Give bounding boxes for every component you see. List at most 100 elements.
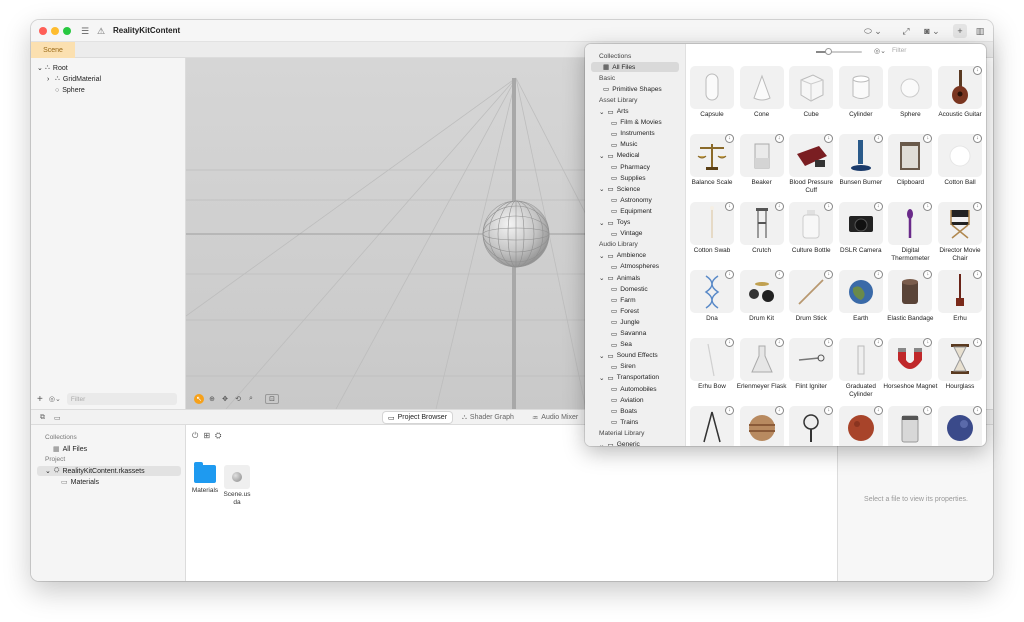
download-icon[interactable]: ↓ <box>873 134 883 143</box>
headset-menu-icon[interactable]: ⬭ ⌄ <box>861 24 885 38</box>
download-icon[interactable]: ↓ <box>725 202 734 211</box>
library-item-sea[interactable]: ▭ Sea <box>611 340 632 350</box>
library-item-siren[interactable]: ▭ Siren <box>611 362 636 372</box>
download-icon[interactable]: ↓ <box>973 338 982 347</box>
outline-item[interactable]: ○ Sphere <box>47 85 85 95</box>
library-item-arts[interactable]: ⌄ ▭ Arts <box>599 107 629 117</box>
library-asset-erlenmeyer-flask[interactable]: ↓ Erlenmeyer Flask <box>737 336 786 404</box>
library-item-music[interactable]: ▭ Music <box>611 140 637 150</box>
library-asset-item-32[interactable]: ↓ <box>787 404 835 446</box>
sidebar-panel-icon[interactable]: ▭ <box>49 412 66 423</box>
library-asset-hourglass[interactable]: ↓ Hourglass <box>936 336 984 404</box>
chevron-down-icon[interactable]: ⌄ <box>599 108 605 116</box>
library-asset-graduated-cylinder[interactable]: ↓ Graduated Cylinder <box>837 336 885 404</box>
library-asset-item-30[interactable]: ↓ <box>688 404 736 446</box>
tab-shader-graph[interactable]: ⛬ Shader Graph <box>457 412 519 423</box>
inspector-toggle-icon[interactable]: ▥ <box>973 24 987 38</box>
library-asset-erhu-bow[interactable]: ↓ Erhu Bow <box>688 336 736 404</box>
download-icon[interactable]: ↓ <box>774 338 784 347</box>
sidebar-item-materials[interactable]: ▭ Materials <box>61 477 99 487</box>
pan-tool-icon[interactable]: ✥ <box>220 394 230 404</box>
library-asset-sphere[interactable]: Sphere <box>886 64 934 132</box>
download-icon[interactable]: ↓ <box>873 270 883 279</box>
download-icon[interactable]: ↓ <box>725 338 734 347</box>
download-icon[interactable]: ↓ <box>774 134 784 143</box>
library-item-boats[interactable]: ▭ Boats <box>611 406 637 416</box>
outline-item[interactable]: ⌄ ⛬ Root <box>37 63 68 73</box>
library-item-science[interactable]: ⌄ ▭ Science <box>599 184 640 194</box>
new-scene-icon[interactable]: ⛭ <box>215 431 221 441</box>
library-asset-acoustic-guitar[interactable]: ↓ Acoustic Guitar <box>936 64 984 132</box>
chevron-down-icon[interactable]: ⌄ <box>599 274 605 282</box>
library-asset-dna[interactable]: ↓ Dna <box>688 268 736 336</box>
download-icon[interactable]: ↓ <box>774 202 784 211</box>
library-asset-earth[interactable]: ↓ Earth <box>837 268 885 336</box>
tab-scene[interactable]: Scene <box>31 42 75 58</box>
library-asset-clipboard[interactable]: ↓ Clipboard <box>886 132 934 200</box>
library-item-film-movies[interactable]: ▭ Film & Movies <box>611 118 662 128</box>
chevron-down-icon[interactable]: ⌄ <box>599 441 605 447</box>
library-item-automobiles[interactable]: ▭ Automobiles <box>611 384 657 394</box>
library-item-aviation[interactable]: ▭ Aviation <box>611 395 644 405</box>
library-asset-cylinder[interactable]: Cylinder <box>837 64 885 132</box>
folder-file-item[interactable]: Materials <box>190 462 220 495</box>
download-icon[interactable]: ↓ <box>973 202 982 211</box>
chevron-down-icon[interactable]: ⌄ <box>599 185 605 193</box>
warning-icon[interactable]: ⚠ <box>95 24 107 38</box>
library-item-animals[interactable]: ⌄ ▭ Animals <box>599 273 640 283</box>
outline-item[interactable]: › ⛬ GridMaterial <box>47 74 101 84</box>
sidebar-item-package[interactable]: ⌄ ⛭ RealityKitContent.rkassets <box>37 466 181 476</box>
library-asset-culture-bottle[interactable]: ↓ Culture Bottle <box>787 200 835 268</box>
library-asset-drum-stick[interactable]: ↓ Drum Stick <box>787 268 835 336</box>
library-item-forest[interactable]: ▭ Forest <box>611 306 639 316</box>
library-asset-dslr-camera[interactable]: ↓ DSLR Camera <box>837 200 885 268</box>
library-asset-elastic-bandage[interactable]: ↓ Elastic Bandage <box>886 268 934 336</box>
panel-toggle-icon[interactable]: ⧉ <box>35 412 50 423</box>
transform-icon[interactable]: ⤢ <box>899 24 913 38</box>
outline-filter-input[interactable]: Filter <box>66 393 177 405</box>
close-window-button[interactable] <box>39 27 47 35</box>
library-asset-crutch[interactable]: ↓ Crutch <box>738 200 786 268</box>
rotate-tool-icon[interactable]: ⟲ <box>233 394 243 404</box>
camera-menu-icon[interactable]: ◙ ⌄ <box>921 24 943 38</box>
library-item-generic[interactable]: ⌄ ▭ Generic <box>599 440 640 447</box>
sphere-model[interactable] <box>482 200 550 268</box>
library-item-toys[interactable]: ⌄ ▭ Toys <box>599 218 630 228</box>
download-icon[interactable]: ↓ <box>973 270 982 279</box>
library-item-vintage[interactable]: ▭ Vintage <box>611 229 642 239</box>
library-asset-cube[interactable]: Cube <box>787 64 835 132</box>
library-asset-capsule[interactable]: Capsule <box>688 64 736 132</box>
minimize-window-button[interactable] <box>51 27 59 35</box>
chevron-down-icon[interactable]: ⌄ <box>599 374 605 382</box>
library-item-all-files[interactable]: ▦ All Files <box>591 62 679 73</box>
filter-options-icon[interactable]: ◎⌄ <box>874 47 886 55</box>
library-asset-bunsen-burner[interactable]: ↓ Bunsen Burner <box>837 132 885 200</box>
library-item-sound-effects[interactable]: ⌄ ▭ Sound Effects <box>599 351 658 361</box>
library-item-atmospheres[interactable]: ▭ Atmospheres <box>611 262 659 272</box>
tab-project-browser[interactable]: ▭ Project Browser <box>383 412 453 423</box>
add-entity-button[interactable]: + <box>37 394 43 405</box>
library-item-domestic[interactable]: ▭ Domestic <box>611 284 648 294</box>
library-asset-item-33[interactable]: ↓ <box>837 404 885 446</box>
download-icon[interactable]: ↓ <box>973 66 982 75</box>
download-icon[interactable]: ↓ <box>973 134 982 143</box>
library-item-medical[interactable]: ⌄ ▭ Medical <box>599 151 640 161</box>
library-asset-cotton-swab[interactable]: ↓ Cotton Swab <box>688 200 736 268</box>
library-item-transportation[interactable]: ⌄ ▭ Transportation <box>599 373 659 383</box>
library-asset-director-movie-chair[interactable]: ↓ Director Movie Chair <box>936 200 984 268</box>
sidebar-toggle-icon[interactable]: ☰ <box>79 24 91 38</box>
library-item-pharmacy[interactable]: ▭ Pharmacy <box>611 162 650 172</box>
library-asset-beaker[interactable]: ↓ Beaker <box>738 132 786 200</box>
thumbnail-size-slider[interactable] <box>816 48 862 55</box>
library-asset-digital-thermometer[interactable]: ↓ Digital Thermometer <box>886 200 934 268</box>
frame-tool-icon[interactable]: ⊡ <box>265 394 279 404</box>
scene-file-item[interactable]: Scene.usda <box>222 465 252 507</box>
download-icon[interactable]: ↓ <box>774 406 784 415</box>
library-asset-erhu[interactable]: ↓ Erhu <box>936 268 984 336</box>
library-item-jungle[interactable]: ▭ Jungle <box>611 317 640 327</box>
library-asset-cone[interactable]: Cone <box>738 64 786 132</box>
library-item-primitive-shapes[interactable]: ▭ Primitive Shapes <box>603 84 662 94</box>
download-icon[interactable]: ↓ <box>873 338 883 347</box>
chevron-down-icon[interactable]: ⌄ <box>599 352 605 360</box>
library-asset-balance-scale[interactable]: ↓ Balance Scale <box>688 132 736 200</box>
